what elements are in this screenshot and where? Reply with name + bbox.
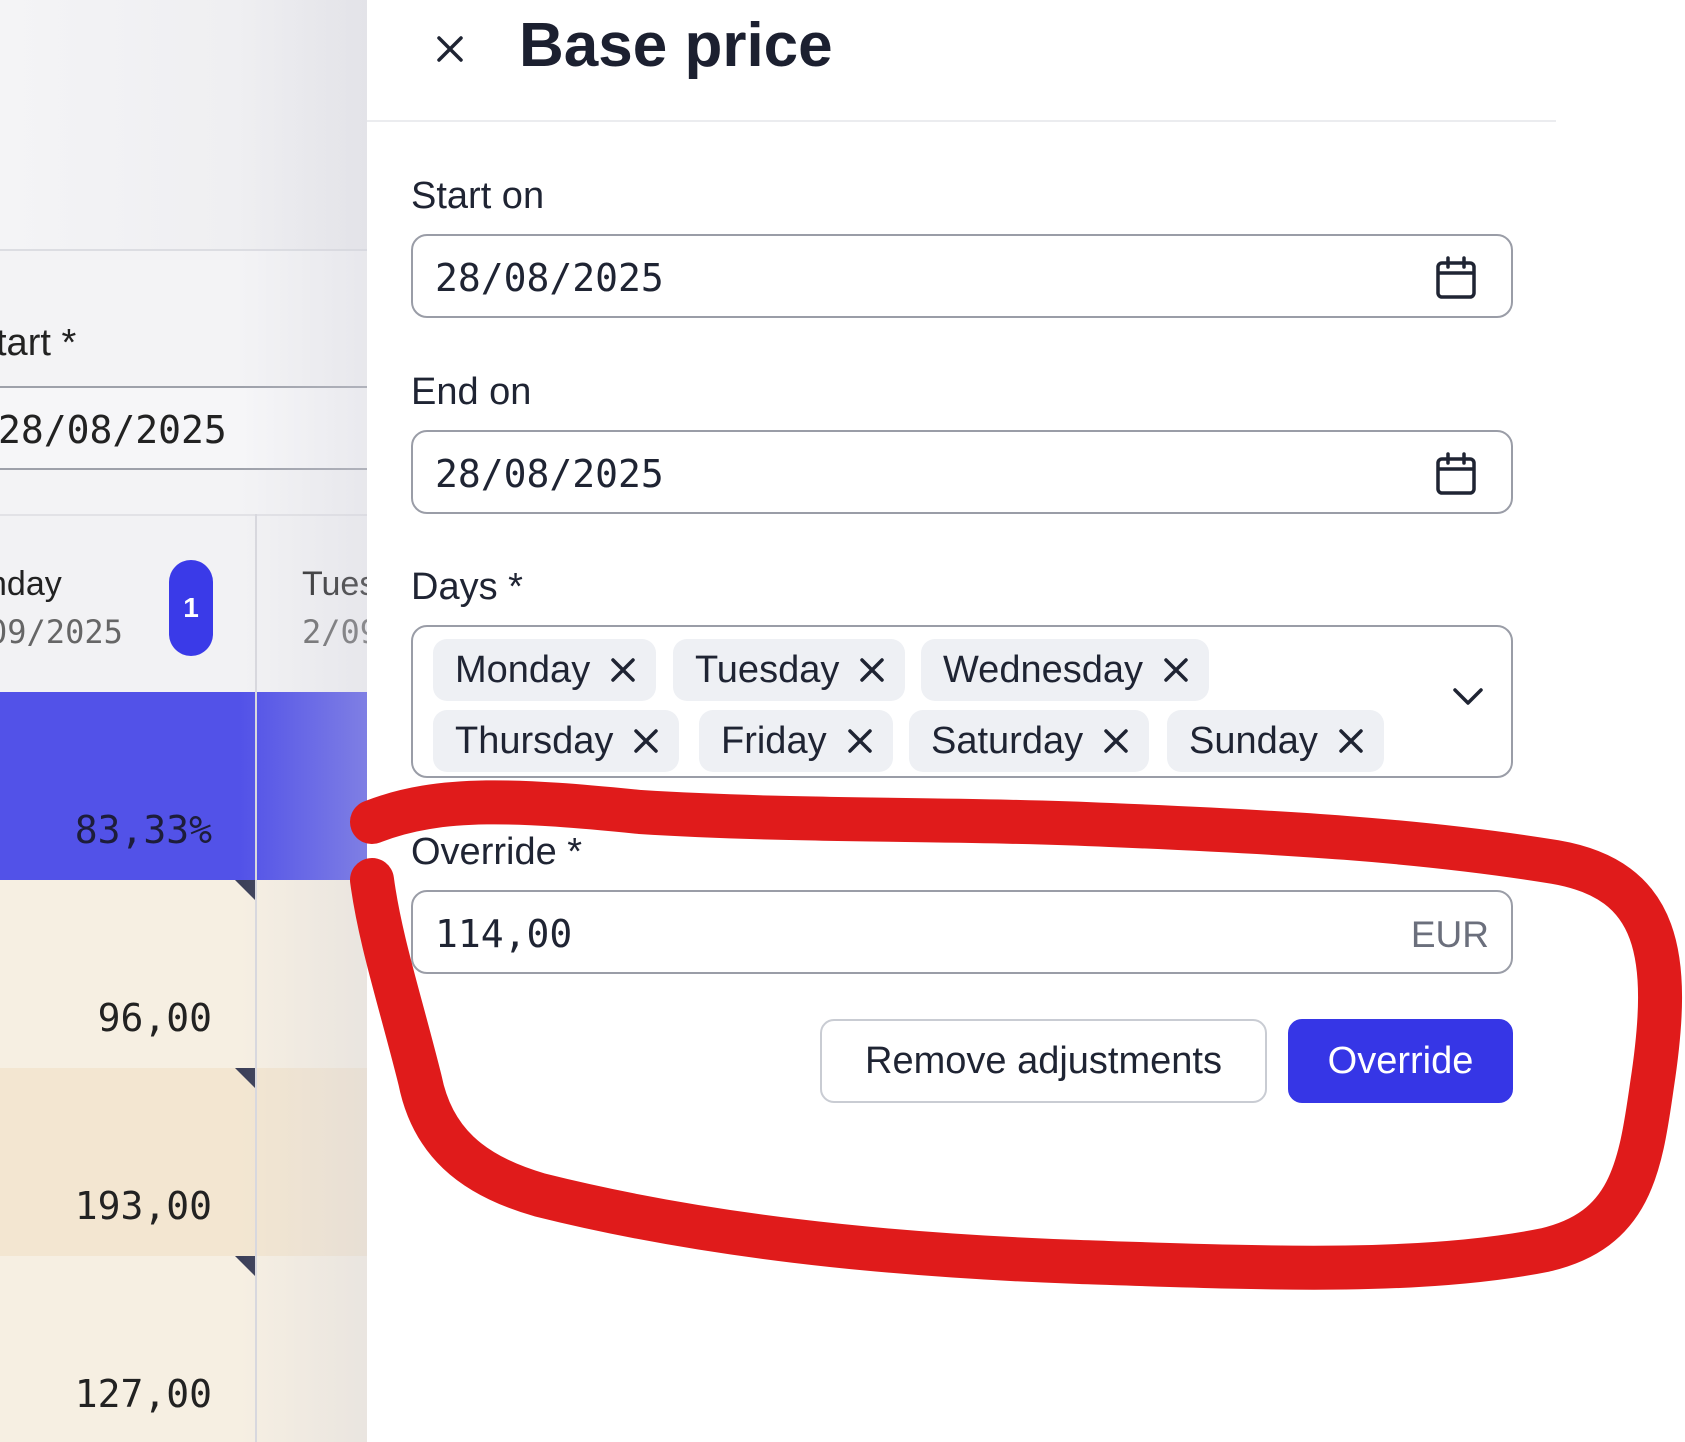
day-chip-thursday: Thursday bbox=[433, 710, 680, 772]
background-price-cell[interactable]: 193,00 bbox=[0, 1068, 367, 1256]
start-on-label: Start on bbox=[411, 175, 545, 217]
adjustment-marker-icon bbox=[235, 1256, 255, 1276]
background-count-badge[interactable]: 1 bbox=[169, 560, 213, 656]
background-occupancy-value: 83,33% bbox=[74, 808, 212, 852]
currency-suffix: EUR bbox=[1410, 914, 1489, 955]
day-chip-sunday: Sunday bbox=[1167, 710, 1384, 772]
day-chip-wednesday: Wednesday bbox=[921, 639, 1209, 701]
day-chip-label: Tuesday bbox=[695, 648, 840, 691]
remove-chip-icon[interactable] bbox=[610, 657, 636, 683]
day-chip-label: Sunday bbox=[1189, 719, 1318, 762]
remove-chip-icon[interactable] bbox=[1163, 657, 1189, 683]
days-multiselect[interactable]: Monday Tuesday Wednesday Thursday Friday… bbox=[411, 625, 1513, 778]
override-label: Override * bbox=[411, 831, 583, 873]
override-button[interactable]: Override bbox=[1288, 1019, 1513, 1103]
drawer-header: Base price bbox=[367, 0, 1556, 122]
background-price-cell[interactable]: 96,00 bbox=[0, 880, 367, 1068]
background-column-divider bbox=[255, 514, 257, 1442]
day-chip-label: Monday bbox=[455, 648, 591, 691]
background-occupancy-cell[interactable]: 83,33% bbox=[0, 692, 367, 880]
day-chip-label: Saturday bbox=[931, 719, 1084, 762]
background-price-value: 127,00 bbox=[74, 1372, 212, 1416]
base-price-drawer: Base price Start on 28/08/2025 End on 28… bbox=[367, 0, 1685, 1442]
background-start-label: tart * bbox=[0, 322, 77, 364]
remove-chip-icon[interactable] bbox=[1338, 728, 1364, 754]
background-price-value: 96,00 bbox=[97, 996, 212, 1040]
day-chip-tuesday: Tuesday bbox=[673, 639, 906, 701]
close-button[interactable] bbox=[425, 24, 475, 74]
day-chip-friday: Friday bbox=[699, 710, 893, 772]
adjustment-marker-icon bbox=[235, 880, 255, 900]
calendar-icon[interactable] bbox=[1435, 256, 1477, 300]
background-start-input[interactable]: 28/08/2025 bbox=[0, 386, 367, 470]
days-label: Days * bbox=[411, 566, 523, 608]
remove-chip-icon[interactable] bbox=[633, 728, 659, 754]
end-on-input[interactable]: 28/08/2025 bbox=[411, 430, 1513, 514]
background-top-bar bbox=[0, 0, 367, 251]
end-on-value: 28/08/2025 bbox=[435, 452, 664, 496]
drawer-title: Base price bbox=[519, 11, 833, 80]
override-amount-input[interactable]: 114,00 EUR bbox=[411, 890, 1513, 974]
background-day-date: 2/09 bbox=[302, 613, 367, 651]
background-day-name: nday bbox=[0, 565, 62, 603]
background-page: tart * 28/08/2025 nday 09/2025 1 Tues 2/… bbox=[0, 0, 367, 1442]
day-chip-saturday: Saturday bbox=[909, 710, 1150, 772]
end-on-label: End on bbox=[411, 371, 532, 413]
close-icon bbox=[437, 36, 463, 62]
override-amount-value: 114,00 bbox=[435, 912, 573, 956]
background-price-value: 193,00 bbox=[74, 1184, 212, 1228]
remove-adjustments-button[interactable]: Remove adjustments bbox=[820, 1019, 1267, 1103]
remove-chip-icon[interactable] bbox=[847, 728, 873, 754]
background-day-date: 09/2025 bbox=[0, 613, 123, 651]
chevron-down-icon[interactable] bbox=[1451, 685, 1485, 709]
background-start-value: 28/08/2025 bbox=[0, 408, 227, 452]
start-on-value: 28/08/2025 bbox=[435, 256, 664, 300]
start-on-input[interactable]: 28/08/2025 bbox=[411, 234, 1513, 318]
day-chip-label: Thursday bbox=[455, 719, 614, 762]
calendar-icon[interactable] bbox=[1435, 452, 1477, 496]
remove-chip-icon[interactable] bbox=[1103, 728, 1129, 754]
background-price-cell[interactable]: 127,00 bbox=[0, 1256, 367, 1442]
background-day-name: Tues bbox=[302, 565, 367, 603]
day-chip-label: Wednesday bbox=[943, 648, 1143, 691]
remove-chip-icon[interactable] bbox=[859, 657, 885, 683]
adjustment-marker-icon bbox=[235, 1068, 255, 1088]
day-chip-monday: Monday bbox=[433, 639, 657, 701]
day-chip-label: Friday bbox=[721, 719, 827, 762]
